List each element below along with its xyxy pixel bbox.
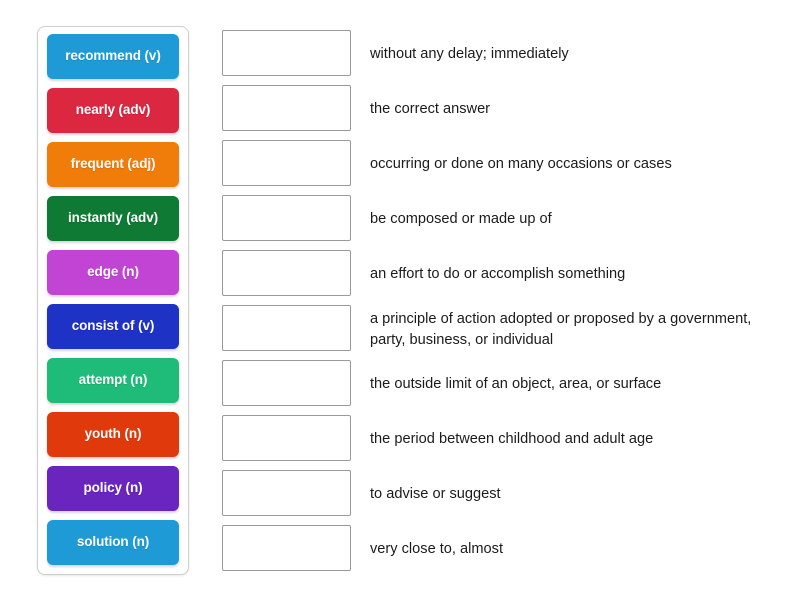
answer-dropzone[interactable]	[222, 30, 351, 76]
answer-row: very close to, almost	[222, 521, 774, 576]
word-tile-label: consist of (v)	[71, 318, 155, 334]
answer-dropzone[interactable]	[222, 140, 351, 186]
word-tile-label: edge (n)	[87, 264, 139, 280]
answer-dropzone[interactable]	[222, 360, 351, 406]
word-tile-label: youth (n)	[84, 426, 142, 442]
word-tile-label: nearly (adv)	[75, 102, 151, 118]
word-tile-label: frequent (adj)	[70, 156, 156, 172]
word-tile-label: solution (n)	[76, 534, 150, 550]
answer-rows-list: without any delay; immediately the correc…	[222, 26, 774, 576]
answer-row: without any delay; immediately	[222, 26, 774, 81]
answer-row: be composed or made up of	[222, 191, 774, 246]
definition-text: the outside limit of an object, area, or…	[370, 376, 662, 393]
answer-dropzone[interactable]	[222, 195, 351, 241]
word-tile[interactable]: youth (n)	[47, 412, 179, 457]
word-tiles-panel: recommend (v) nearly (adv) frequent (adj) i…	[37, 26, 189, 575]
answer-row: an effort to do or accomplish something	[222, 246, 774, 301]
answer-dropzone[interactable]	[222, 85, 351, 131]
word-tile[interactable]: policy (n)	[47, 466, 179, 511]
definition-text: the period between childhood and adult a…	[370, 431, 654, 448]
definition-text: to advise or suggest	[370, 486, 501, 503]
word-tile[interactable]: attempt (n)	[47, 358, 179, 403]
answer-dropzone[interactable]	[222, 470, 351, 516]
answer-row: to advise or suggest	[222, 466, 774, 521]
word-tile[interactable]: consist of (v)	[47, 304, 179, 349]
answer-dropzone[interactable]	[222, 305, 351, 351]
word-tile[interactable]: frequent (adj)	[47, 142, 179, 187]
definition-text: an effort to do or accomplish something	[370, 266, 626, 283]
answer-dropzone[interactable]	[222, 415, 351, 461]
definition-text: be composed or made up of	[370, 211, 552, 228]
answer-row: the period between childhood and adult a…	[222, 411, 774, 466]
match-up-activity: recommend (v) nearly (adv) frequent (adj) i…	[0, 0, 800, 600]
answer-row: the outside limit of an object, area, or…	[222, 356, 774, 411]
definition-text: without any delay; immediately	[370, 46, 569, 63]
word-tile[interactable]: recommend (v)	[47, 34, 179, 79]
word-tile-label: policy (n)	[83, 480, 143, 496]
answer-row: a principle of action adopted or propose…	[222, 301, 774, 356]
definition-text: occurring or done on many occasions or c…	[370, 156, 672, 173]
answer-dropzone[interactable]	[222, 525, 351, 571]
answer-dropzone[interactable]	[222, 250, 351, 296]
word-tile[interactable]: solution (n)	[47, 520, 179, 565]
answer-row: occurring or done on many occasions or c…	[222, 136, 774, 191]
answer-row: the correct answer	[222, 81, 774, 136]
definition-text: the correct answer	[370, 101, 491, 118]
word-tile-label: recommend (v)	[65, 48, 161, 64]
word-tile-label: instantly (adv)	[67, 210, 158, 226]
word-tile[interactable]: edge (n)	[47, 250, 179, 295]
word-tile-label: attempt (n)	[78, 372, 148, 388]
definition-text: a principle of action adopted or propose…	[370, 311, 752, 348]
definition-text: very close to, almost	[370, 541, 504, 558]
word-tile[interactable]: instantly (adv)	[47, 196, 179, 241]
word-tile[interactable]: nearly (adv)	[47, 88, 179, 133]
